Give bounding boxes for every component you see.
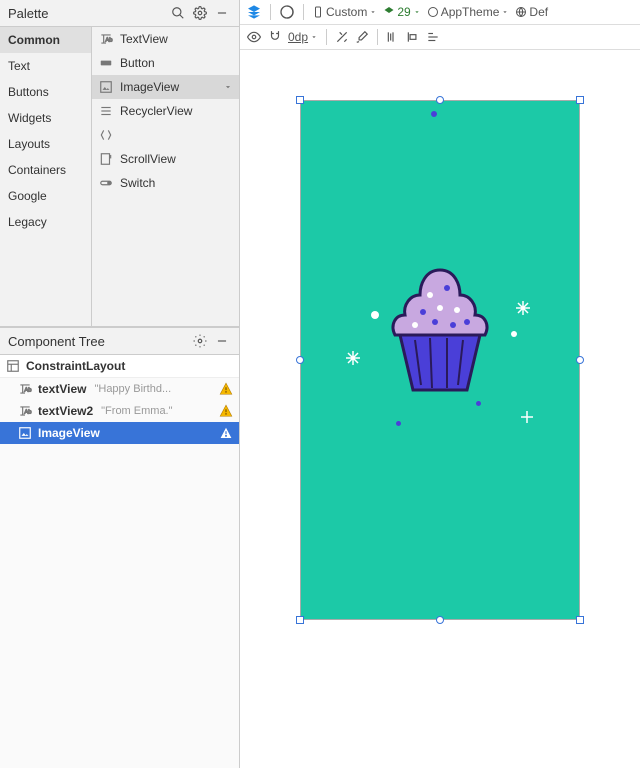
design-toolbar-1: Custom 29 AppTheme Def: [240, 0, 640, 25]
constraint-handle[interactable]: [576, 356, 584, 364]
tree-row[interactable]: Ab textView2 "From Emma.": [0, 400, 239, 422]
infer-constraints-icon[interactable]: [355, 30, 369, 44]
palette-category[interactable]: Legacy: [0, 209, 91, 235]
resize-handle[interactable]: [576, 96, 584, 104]
constraint-handle[interactable]: [436, 616, 444, 624]
tree-node-name: ImageView: [38, 426, 100, 440]
text-icon: Ab: [98, 31, 114, 47]
palette-category[interactable]: Common: [0, 27, 91, 53]
api-selector[interactable]: 29: [383, 5, 420, 19]
palette-widget-item[interactable]: ScrollView: [92, 147, 239, 171]
eye-icon[interactable]: [246, 30, 262, 44]
palette-widget-item[interactable]: [92, 123, 239, 147]
widget-label: Switch: [120, 176, 155, 190]
fragment-icon: [98, 127, 114, 143]
warning-icon: [219, 426, 233, 440]
magnet-icon[interactable]: [268, 30, 282, 44]
palette-category[interactable]: Google: [0, 183, 91, 209]
theme-selector[interactable]: AppTheme: [427, 5, 510, 19]
palette-widget-item[interactable]: RecyclerView: [92, 99, 239, 123]
language-selector[interactable]: Def: [515, 5, 548, 19]
pack-icon[interactable]: [386, 30, 400, 44]
widget-label: TextView: [120, 32, 168, 46]
widget-label: RecyclerView: [120, 104, 192, 118]
palette-categories: CommonTextButtonsWidgetsLayoutsContainer…: [0, 27, 92, 326]
tree-row[interactable]: Ab textView "Happy Birthd...: [0, 378, 239, 400]
svg-text:Ab: Ab: [105, 37, 112, 43]
widget-label: Button: [120, 56, 155, 70]
text-icon: Ab: [18, 405, 34, 417]
imageview-cupcake[interactable]: [385, 260, 495, 410]
widget-label: ScrollView: [120, 152, 176, 166]
svg-text:Ab: Ab: [24, 409, 31, 415]
minimize-icon[interactable]: [213, 4, 231, 22]
tree-root-row[interactable]: ConstraintLayout: [0, 355, 239, 378]
component-tree-title: Component Tree: [8, 334, 105, 349]
list-icon: [98, 103, 114, 119]
design-surface[interactable]: [240, 50, 640, 768]
sparkle-icon: [346, 351, 360, 365]
palette-category[interactable]: Buttons: [0, 79, 91, 105]
layout-icon: [6, 360, 22, 372]
margin-selector[interactable]: 0dp: [288, 30, 318, 44]
image-icon: [18, 427, 34, 439]
design-toolbar-2: 0dp: [240, 25, 640, 50]
palette-category[interactable]: Widgets: [0, 105, 91, 131]
tree-node-name: textView2: [38, 404, 93, 418]
orientation-icon[interactable]: [279, 4, 295, 20]
gear-icon[interactable]: [191, 332, 209, 350]
component-tree: ConstraintLayout Ab textView "Happy Birthd…: [0, 355, 239, 768]
palette-widgets: Ab TextView Button ImageView RecyclerView Scr…: [92, 27, 239, 326]
resize-handle[interactable]: [296, 96, 304, 104]
palette-category[interactable]: Layouts: [0, 131, 91, 157]
palette-category[interactable]: Containers: [0, 157, 91, 183]
tree-row[interactable]: ImageView: [0, 422, 239, 444]
resize-handle[interactable]: [296, 616, 304, 624]
tree-root-label: ConstraintLayout: [26, 359, 125, 373]
chevron-down-icon[interactable]: [223, 82, 233, 92]
device-selector[interactable]: Custom: [312, 5, 377, 19]
palette-widget-item[interactable]: Switch: [92, 171, 239, 195]
scroll-icon: [98, 151, 114, 167]
svg-text:Ab: Ab: [24, 387, 31, 393]
text-icon: Ab: [18, 383, 34, 395]
align-icon[interactable]: [406, 30, 420, 44]
gear-icon[interactable]: [191, 4, 209, 22]
palette-widget-item[interactable]: Ab TextView: [92, 27, 239, 51]
sparkle-icon: [516, 301, 530, 315]
palette-widget-item[interactable]: ImageView: [92, 75, 239, 99]
image-icon: [98, 79, 114, 95]
constraint-handle[interactable]: [296, 356, 304, 364]
clear-constraints-icon[interactable]: [335, 30, 349, 44]
device-preview[interactable]: [300, 100, 580, 620]
palette-title: Palette: [8, 6, 48, 21]
guidelines-icon[interactable]: [426, 30, 440, 44]
palette-category[interactable]: Text: [0, 53, 91, 79]
widget-label: ImageView: [120, 80, 179, 94]
switch-icon: [98, 175, 114, 191]
constraint-handle[interactable]: [436, 96, 444, 104]
tree-node-hint: "From Emma.": [101, 405, 211, 417]
tree-node-hint: "Happy Birthd...: [94, 383, 211, 395]
resize-handle[interactable]: [576, 616, 584, 624]
palette-widget-item[interactable]: Button: [92, 51, 239, 75]
sparkle-icon: [521, 411, 533, 423]
minimize-icon[interactable]: [213, 332, 231, 350]
warning-icon: [219, 404, 233, 418]
warning-icon: [219, 382, 233, 396]
button-icon: [98, 55, 114, 71]
search-icon[interactable]: [169, 4, 187, 22]
surface-icon[interactable]: [246, 4, 262, 20]
tree-node-name: textView: [38, 382, 86, 396]
